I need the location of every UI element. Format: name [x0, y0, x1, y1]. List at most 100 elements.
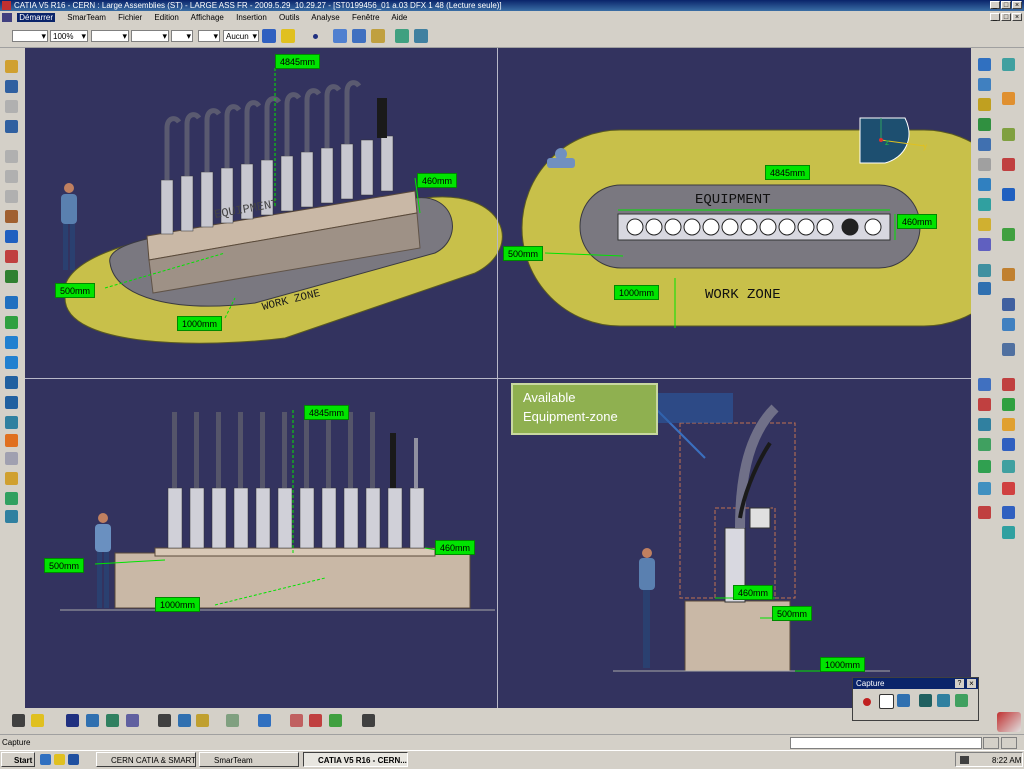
fix-icon[interactable] — [978, 218, 991, 231]
annotation-icon[interactable] — [1002, 378, 1015, 391]
catia-app-icon[interactable] — [2, 1, 11, 10]
menu-smarteam[interactable]: SmarTeam — [67, 13, 106, 22]
menu-demarrer[interactable]: Démarrer — [17, 13, 56, 22]
start-button[interactable]: Start — [1, 752, 35, 767]
viewport-divider-vertical[interactable] — [497, 48, 498, 708]
3d-viewport[interactable]: WORK ZONE EQUIPMENT EQUIPMENT WORK ZONE … — [25, 48, 971, 708]
menu-fenetre[interactable]: Fenêtre — [352, 13, 380, 22]
offset-icon[interactable] — [978, 198, 991, 211]
menu-edition[interactable]: Edition — [154, 13, 178, 22]
line-thickness-combo[interactable] — [91, 30, 129, 42]
maximize-button[interactable]: □ — [1001, 1, 1011, 9]
product-icon[interactable] — [978, 58, 991, 71]
redo-icon[interactable] — [5, 100, 18, 113]
surface-icon[interactable] — [371, 29, 385, 43]
tree-icon[interactable] — [5, 270, 18, 283]
graph-tree-icon[interactable] — [978, 138, 991, 151]
paste-icon[interactable] — [5, 210, 18, 223]
pocket-icon[interactable] — [978, 482, 991, 495]
capture-help-button[interactable]: ? — [955, 679, 964, 688]
stop-manipulate-icon[interactable] — [1002, 298, 1015, 311]
formula-icon[interactable] — [12, 714, 25, 727]
fill-color-combo[interactable] — [12, 30, 48, 42]
menu-outils[interactable]: Outils — [279, 13, 299, 22]
weld-icon[interactable] — [978, 398, 991, 411]
render-style-icon[interactable] — [5, 472, 18, 485]
minimize-button[interactable]: _ — [990, 1, 1000, 9]
contact-icon[interactable] — [1002, 158, 1015, 171]
select-mode-icon[interactable] — [879, 694, 894, 709]
measure-item-icon[interactable] — [414, 29, 428, 43]
document-icon[interactable] — [2, 13, 12, 22]
links-icon[interactable] — [86, 714, 99, 727]
split-icon[interactable] — [978, 460, 991, 473]
capture-album-icon[interactable] — [919, 694, 932, 707]
catalog-icon[interactable] — [1002, 506, 1015, 519]
zoom-in-icon[interactable] — [5, 376, 18, 389]
doc-minimize-button[interactable]: _ — [990, 13, 1000, 21]
normal-view-icon[interactable] — [5, 416, 18, 429]
macro-icon[interactable] — [126, 714, 139, 727]
menu-insertion[interactable]: Insertion — [236, 13, 267, 22]
explode-icon[interactable] — [1002, 268, 1015, 281]
sectioning-icon[interactable] — [1002, 343, 1015, 356]
fix-together-icon[interactable] — [978, 238, 991, 251]
command-input[interactable] — [790, 737, 982, 749]
capture-options-icon[interactable] — [897, 694, 910, 707]
capture-close-button[interactable]: × — [967, 679, 976, 688]
generative-icon[interactable] — [1002, 526, 1015, 539]
pointer-icon[interactable] — [1002, 92, 1015, 105]
update-icon[interactable] — [5, 230, 18, 243]
part-icon[interactable] — [5, 250, 18, 263]
quick-launch-ie-icon[interactable] — [40, 754, 51, 765]
replace-icon[interactable] — [978, 118, 991, 131]
quick-launch-folder-icon[interactable] — [54, 754, 65, 765]
bill-of-material-icon[interactable] — [978, 418, 991, 431]
space-analysis-icon[interactable] — [329, 714, 342, 727]
mechanical-structure-icon[interactable] — [1002, 418, 1015, 431]
doc-restore-button[interactable]: □ — [1001, 13, 1011, 21]
viewpoint-icon[interactable] — [309, 714, 322, 727]
iso-view-icon[interactable] — [5, 452, 18, 465]
fit-all-icon[interactable] — [5, 316, 18, 329]
component-icon[interactable] — [1002, 58, 1015, 71]
inertia-icon[interactable] — [196, 714, 209, 727]
capture-chart-icon[interactable] — [955, 694, 968, 707]
new-product-icon[interactable] — [978, 78, 991, 91]
menu-fichier[interactable]: Fichier — [118, 13, 142, 22]
measure-icon[interactable] — [395, 29, 409, 43]
select-icon[interactable] — [5, 150, 18, 163]
navigation-icon[interactable] — [258, 714, 271, 727]
manipulate-icon[interactable] — [978, 264, 991, 277]
copy-icon[interactable] — [5, 190, 18, 203]
zoom-out-icon[interactable] — [5, 396, 18, 409]
3d-view-icon[interactable] — [290, 714, 303, 727]
existing-component-icon[interactable] — [978, 98, 991, 111]
point-icon[interactable] — [313, 34, 318, 39]
line-style-combo[interactable] — [131, 30, 169, 42]
taskbar-item-catia-v5[interactable]: CATIA V5 R16 - CERN... — [303, 752, 408, 767]
table-icon[interactable] — [66, 714, 79, 727]
doc-close-button[interactable]: × — [1012, 13, 1022, 21]
format-painter-icon[interactable] — [281, 29, 295, 43]
command-icon-2[interactable] — [1001, 737, 1017, 749]
capture-toolbar[interactable]: Capture ? × — [852, 677, 979, 721]
swap-visible-icon[interactable] — [5, 510, 18, 523]
fly-mode-icon[interactable] — [5, 296, 18, 309]
quick-launch-catia-icon[interactable] — [68, 754, 79, 765]
taskbar-item-cern-catia[interactable]: CERN CATIA & SMARTE... — [96, 752, 196, 767]
coincidence-icon[interactable] — [978, 178, 991, 191]
menu-analyse[interactable]: Analyse — [311, 13, 339, 22]
transparency-combo[interactable]: 100% — [50, 30, 88, 42]
angle-icon[interactable] — [1002, 188, 1015, 201]
menu-affichage[interactable]: Affichage — [191, 13, 224, 22]
apply-material-icon[interactable] — [178, 714, 191, 727]
quick-constraint-icon[interactable] — [1002, 228, 1015, 241]
tray-help-icon[interactable] — [960, 756, 969, 764]
measure-between-icon[interactable] — [158, 714, 171, 727]
menu-aide[interactable]: Aide — [391, 13, 407, 22]
reorder-icon[interactable] — [1002, 128, 1015, 141]
publication-icon[interactable] — [978, 506, 991, 519]
curve-icon[interactable] — [333, 29, 347, 43]
add-icon[interactable] — [1002, 482, 1015, 495]
